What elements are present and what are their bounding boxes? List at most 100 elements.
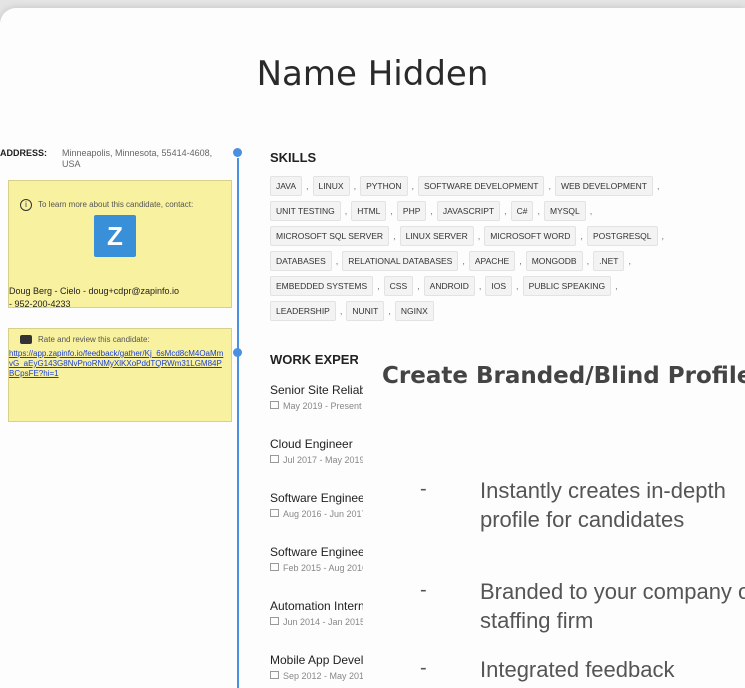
contact-line-2: - 952-200-4233 (9, 299, 71, 309)
skill-tag: SOFTWARE DEVELOPMENT (418, 176, 545, 196)
skill-separator: , (580, 231, 583, 241)
overlay-heading: Create Branded/Blind Profiles (382, 363, 745, 389)
skill-tag: MICROSOFT WORD (484, 226, 577, 246)
skill-tag: JAVASCRIPT (436, 201, 501, 221)
skill-tag: C# (510, 201, 534, 221)
skill-tag: UNIT TESTING (270, 201, 341, 221)
skill-tag: MYSQL (543, 201, 586, 221)
bullet-line: Integrated feedback (480, 657, 675, 682)
skill-tag: APACHE (468, 251, 516, 271)
job-entry: Cloud Engineer Jul 2017 - May 2019 (270, 437, 363, 491)
skill-row: LEADERSHIP, NUNIT, NGINX (270, 300, 740, 322)
skills-title: SKILLS (270, 150, 317, 165)
skill-separator: , (477, 231, 481, 241)
skill-separator: , (589, 206, 593, 216)
job-date: Feb 2015 - Aug 2016 (270, 563, 363, 573)
skill-separator: , (615, 281, 618, 291)
bullet-dash: - (420, 657, 427, 679)
skill-separator: , (393, 231, 396, 241)
skills-list: JAVA, LINUX, PYTHON, SOFTWARE DEVELOPMENT, W… (270, 175, 740, 325)
job-title: Automation Intern (270, 599, 363, 613)
calendar-icon (270, 617, 279, 625)
skill-row: UNIT TESTING, HTML, PHP, JAVASCRIPT, C#, MYSQ… (270, 200, 740, 222)
calendar-icon (270, 455, 279, 463)
skill-separator: , (478, 281, 482, 291)
skill-tag: LINUX (312, 176, 350, 196)
job-entry: Automation Intern Jun 2014 - Jan 2015 (270, 599, 363, 653)
skill-tag: WEB DEVELOPMENT (554, 176, 653, 196)
job-entry: Senior Site Reliability Engineer May 2019… (270, 383, 363, 437)
bullet-line: Instantly creates in-depth (480, 478, 726, 503)
skill-separator: , (390, 206, 393, 216)
zapinfo-logo-icon: Z (94, 215, 136, 257)
skill-separator: , (335, 256, 339, 266)
work-experience-title: WORK EXPERIENCE (270, 352, 358, 367)
skill-separator: , (656, 181, 660, 191)
job-date-text: Sep 2012 - May 2014 (283, 671, 363, 681)
skill-separator: , (377, 281, 380, 291)
skill-tag: POSTGRESQL (586, 226, 658, 246)
skill-tag: RELATIONAL DATABASES (342, 251, 459, 271)
bullet-line: profile for candidates (480, 507, 685, 532)
skill-separator: , (519, 256, 522, 266)
skill-separator: , (306, 181, 309, 191)
timeline-line (237, 158, 239, 688)
review-link[interactable]: https://app.zapinfo.io/feedback/gather/K… (9, 349, 227, 379)
skill-tag: EMBEDDED SYSTEMS (270, 276, 374, 296)
chat-icon (20, 335, 32, 344)
job-date-text: May 2019 - Present (283, 401, 362, 411)
bullet-text: Instantly creates in-depth profile for ca… (480, 476, 745, 534)
job-entry: Software Engineer Feb 2015 - Aug 2016 (270, 545, 363, 599)
calendar-icon (270, 671, 279, 679)
skill-separator: , (417, 281, 420, 291)
skill-separator: , (586, 256, 590, 266)
skill-separator: , (661, 231, 665, 241)
skill-tag: LEADERSHIP (270, 301, 336, 321)
contact-prompt: To learn more about this candidate, cont… (38, 200, 194, 209)
skill-row: DATABASES, RELATIONAL DATABASES, APACHE, MO… (270, 250, 740, 272)
bullet-line: Branded to your company or (480, 579, 745, 604)
skill-tag: JAVA (270, 176, 302, 196)
skill-row: EMBEDDED SYSTEMS, CSS, ANDROID, IOS, PUBLIC … (270, 275, 740, 297)
timeline-dot (233, 148, 242, 157)
skill-separator: , (411, 181, 415, 191)
skill-separator: , (339, 306, 343, 316)
job-entry: Mobile App Developer Sep 2012 - May 2014 (270, 653, 363, 688)
info-icon: i (20, 199, 32, 211)
skill-separator: , (504, 206, 507, 216)
bullet-dash: - (420, 478, 427, 500)
job-date-text: Jul 2017 - May 2019 (283, 455, 363, 465)
skill-tag: CSS (383, 276, 414, 296)
skill-separator: , (388, 306, 391, 316)
skill-separator: , (430, 206, 433, 216)
job-entry: Software Engineer Aug 2016 - Jun 2017 (270, 491, 363, 545)
contact-details: Doug Berg - Cielo - doug+cdpr@zapinfo.io… (9, 285, 224, 311)
job-title: Cloud Engineer (270, 437, 353, 451)
job-date-text: Feb 2015 - Aug 2016 (283, 563, 363, 573)
skill-separator: , (353, 181, 357, 191)
skill-separator: , (628, 256, 631, 266)
address-label: ADDRESS: (0, 148, 48, 158)
address-value: Minneapolis, Minnesota, 55414-4608, USA (62, 148, 213, 169)
skill-separator: , (537, 206, 540, 216)
job-date: Jul 2017 - May 2019 (270, 455, 363, 465)
skill-separator: , (516, 281, 519, 291)
skill-tag: PUBLIC SPEAKING (522, 276, 612, 296)
contact-box: i To learn more about this candidate, co… (8, 180, 232, 311)
skill-tag: LINUX SERVER (399, 226, 474, 246)
job-date: May 2019 - Present (270, 401, 363, 411)
job-date-text: Jun 2014 - Jan 2015 (283, 617, 363, 627)
job-title: Software Engineer (270, 545, 363, 559)
bullet-line: staffing firm (480, 608, 594, 633)
skill-tag: NUNIT (346, 301, 385, 321)
calendar-icon (270, 563, 279, 571)
job-date: Aug 2016 - Jun 2017 (270, 509, 363, 519)
skill-row: JAVA, LINUX, PYTHON, SOFTWARE DEVELOPMENT, W… (270, 175, 740, 197)
candidate-name: Name Hidden (256, 54, 489, 94)
skill-row: MICROSOFT SQL SERVER, LINUX SERVER, MICROS… (270, 225, 740, 247)
bullet-text: Integrated feedback (480, 655, 745, 684)
review-box: Rate and review this candidate: https://… (8, 328, 232, 422)
skill-tag: PHP (396, 201, 427, 221)
skill-tag: DATABASES (270, 251, 332, 271)
skill-tag: HTML (351, 201, 387, 221)
